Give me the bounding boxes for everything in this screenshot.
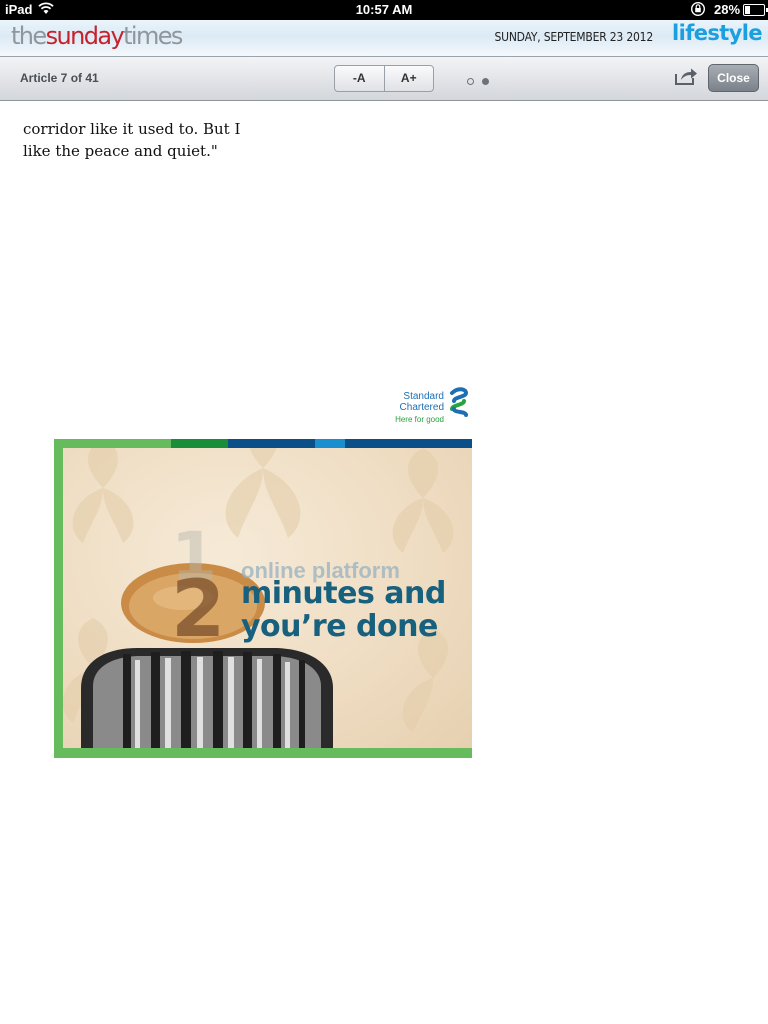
sunday-times-logo: thesundaytimes xyxy=(11,22,183,50)
increase-font-button[interactable]: A+ xyxy=(383,66,434,91)
page-indicator[interactable] xyxy=(467,72,497,90)
logo-part-the: the xyxy=(11,22,47,50)
masthead: thesundaytimes SUNDAY, SEPTEMBER 23 2012… xyxy=(0,20,768,57)
ad-stripe xyxy=(228,439,315,448)
article-counter: Article 7 of 41 xyxy=(20,71,99,85)
svg-text:2: 2 xyxy=(171,566,225,646)
ad-stripe xyxy=(345,439,472,448)
standard-chartered-logo[interactable]: Standard Chartered Here for good xyxy=(394,387,474,427)
font-size-control: -A A+ xyxy=(334,65,434,92)
close-button[interactable]: Close xyxy=(708,64,759,92)
logo-part-times: times xyxy=(123,22,183,50)
ad-stripe xyxy=(171,439,228,448)
edition-date: SUNDAY, SEPTEMBER 23 2012 xyxy=(494,30,653,44)
brand-tagline: Here for good xyxy=(395,415,444,424)
logo-part-sunday: sunday xyxy=(45,22,125,50)
status-bar: iPad 10:57 AM 28% xyxy=(0,0,768,20)
section-title: lifestyle xyxy=(672,21,763,45)
ad-headline-line2: you’re done xyxy=(241,609,438,644)
standard-chartered-symbol-icon xyxy=(450,387,469,417)
article-toolbar: Article 7 of 41 -A A+ Close xyxy=(0,57,768,101)
battery-icon xyxy=(743,4,768,16)
ad-image: 1 2 online platform minutes and you’re d… xyxy=(63,448,472,748)
brand-name-line2: Chartered xyxy=(399,402,444,413)
brand-name-line1: Standard xyxy=(403,391,444,402)
ad-number-2: 2 xyxy=(171,566,225,646)
page-dot-2[interactable] xyxy=(482,78,489,85)
orientation-lock-icon xyxy=(690,1,706,20)
advertisement-banner[interactable]: 1 2 online platform minutes and you’re d… xyxy=(54,439,472,758)
ad-stripe xyxy=(315,439,345,448)
article-line: corridor like it used to. But I xyxy=(23,120,241,138)
ad-stripe xyxy=(54,439,171,448)
ad-color-stripes xyxy=(54,439,472,448)
share-icon[interactable] xyxy=(674,66,698,91)
decrease-font-button[interactable]: -A xyxy=(335,66,384,91)
ad-headline-line1: minutes and xyxy=(241,576,446,611)
article-line: like the peace and quiet." xyxy=(23,142,218,160)
article-body: corridor like it used to. But I like the… xyxy=(23,118,283,162)
page-dot-1[interactable] xyxy=(467,78,474,85)
battery-percentage: 28% xyxy=(714,2,741,17)
status-time: 10:57 AM xyxy=(355,2,413,17)
